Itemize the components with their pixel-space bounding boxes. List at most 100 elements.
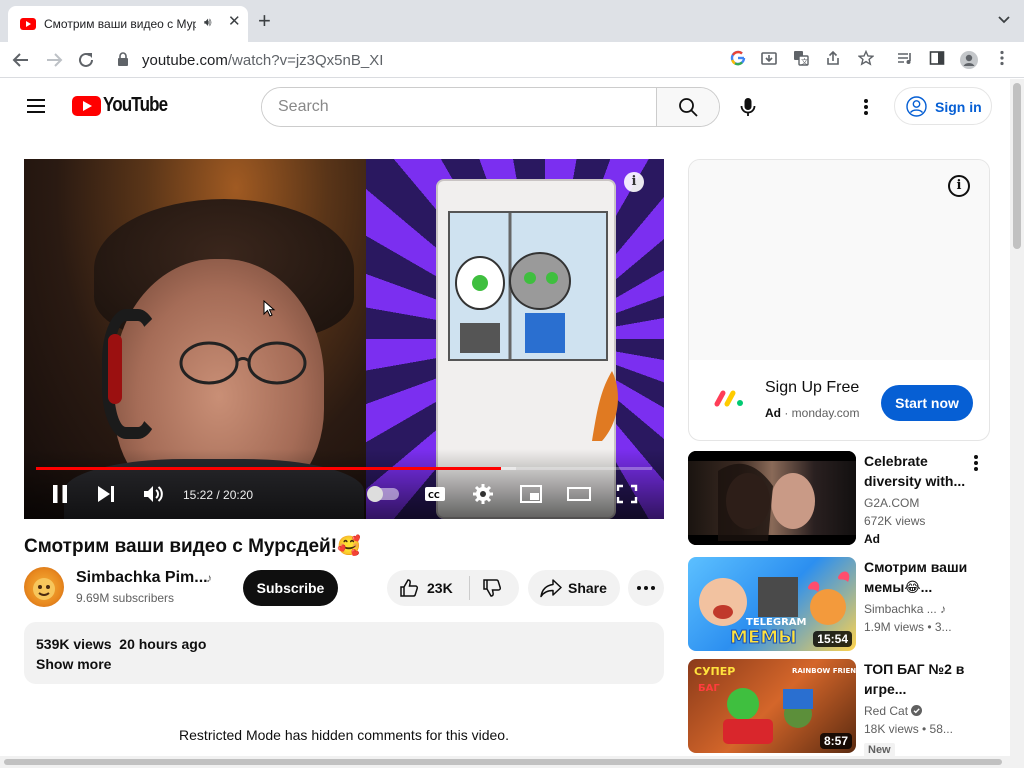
recommendation-meta: 672K views	[864, 514, 926, 528]
volume-icon[interactable]	[141, 483, 165, 505]
microphone-icon	[740, 98, 756, 116]
tab-search-chevron-icon[interactable]	[998, 13, 1010, 27]
media-queue-icon[interactable]	[895, 50, 915, 70]
more-actions-button[interactable]	[628, 570, 664, 606]
thumbnail-caption: БАГ	[698, 683, 720, 694]
subtitles-icon[interactable]: CC	[423, 483, 447, 505]
info-icon[interactable]: i	[624, 172, 644, 192]
recommendation-title[interactable]: Смотрим ваши мемы😂...	[864, 557, 974, 597]
google-icon[interactable]	[728, 50, 748, 70]
recommendation-thumbnail[interactable]	[688, 451, 856, 545]
recommendation-channel[interactable]: Simbachka ... ♪	[864, 602, 946, 616]
ad-info-icon[interactable]: i	[948, 175, 970, 197]
forward-arrow-icon[interactable]	[43, 49, 65, 71]
profile-icon[interactable]	[959, 50, 979, 70]
vertical-scroll-thumb[interactable]	[1013, 83, 1021, 249]
speaker-icon[interactable]: 🔊︎	[204, 15, 212, 30]
search-icon	[679, 98, 698, 117]
duration-badge: 8:57	[819, 733, 852, 749]
thumbnail-caption: МЕМЫ	[730, 627, 797, 648]
dislike-button[interactable]	[470, 570, 519, 606]
horizontal-scrollbar[interactable]	[0, 756, 1010, 768]
horizontal-scroll-thumb[interactable]	[4, 759, 1002, 765]
browser-toolbar: youtube.com/watch?v=jz3Qx5nB_XI 文	[0, 42, 1024, 78]
next-video-icon[interactable]	[94, 483, 118, 505]
recommendation-item[interactable]: СУПЕР БАГ RAINBOW FRIENDS 2 8:57 ТОП БАГ…	[688, 659, 1010, 757]
ad-badge: Ad	[864, 532, 880, 546]
horizontal-dots-icon	[637, 586, 655, 590]
recommendation-title[interactable]: ТОП БАГ №2 в игре...	[864, 659, 974, 699]
miniplayer-icon[interactable]	[519, 483, 543, 505]
like-button[interactable]: 23K	[387, 570, 469, 606]
browser-menu-icon[interactable]	[992, 50, 1012, 70]
vertical-dots-icon	[864, 99, 868, 115]
description-box[interactable]: 539K views 20 hours ago Show more	[24, 622, 664, 684]
url-text: youtube.com/watch?v=jz3Qx5nB_XI	[142, 52, 384, 69]
address-bar[interactable]: youtube.com/watch?v=jz3Qx5nB_XI	[108, 46, 906, 74]
ad-title: Sign Up Free	[765, 379, 860, 396]
install-app-icon[interactable]	[759, 50, 779, 70]
share-arrow-icon	[540, 579, 562, 598]
progress-bar[interactable]	[36, 467, 652, 470]
music-note-icon: ♪	[206, 571, 212, 585]
view-stats: 539K views 20 hours ago	[36, 636, 207, 652]
close-tab-icon[interactable]: ✕	[228, 14, 241, 30]
subscribe-button[interactable]: Subscribe	[243, 570, 338, 606]
recommendation-meta: 18K views • 58...	[864, 722, 953, 736]
headset-accent	[108, 334, 122, 404]
search-box	[261, 87, 720, 127]
share-label: Share	[568, 580, 607, 596]
share-page-icon[interactable]	[823, 50, 843, 70]
channel-avatar[interactable]	[24, 567, 64, 607]
settings-gear-icon[interactable]	[471, 483, 495, 505]
recommendation-meta: 1.9M views • 3...	[864, 620, 952, 634]
show-more-link[interactable]: Show more	[36, 656, 111, 672]
vertical-scrollbar[interactable]	[1010, 79, 1024, 768]
settings-menu-button[interactable]	[856, 95, 876, 119]
recommendation-thumbnail[interactable]: СУПЕР БАГ RAINBOW FRIENDS 2 8:57	[688, 659, 856, 753]
recommendation-item[interactable]: Celebrate diversity with... G2A.COM 672K…	[688, 451, 1010, 546]
ad-cta-button[interactable]: Start now	[881, 385, 973, 421]
recommendation-thumbnail[interactable]: TELEGRAM МЕМЫ 15:54	[688, 557, 856, 651]
video-title: Смотрим ваши видео с Мурсдей!🥰	[24, 536, 361, 557]
theater-mode-icon[interactable]	[567, 483, 591, 505]
sidebar-ad-card[interactable]: i Sign Up Free Ad · monday.com Start now	[688, 159, 990, 441]
thumbnail-caption: СУПЕР	[694, 665, 735, 678]
sign-in-button[interactable]: Sign in	[894, 87, 992, 125]
youtube-favicon-icon	[20, 18, 36, 30]
vertical-dots-icon[interactable]	[968, 453, 984, 473]
like-count: 23K	[427, 580, 453, 596]
lock-icon	[118, 52, 128, 66]
new-tab-icon[interactable]: +	[258, 10, 271, 32]
translate-icon[interactable]: 文	[791, 50, 811, 70]
browser-tab[interactable]: Смотрим ваши видео с Мурсдей!🥰 - YouTube…	[8, 6, 248, 42]
fullscreen-icon[interactable]	[615, 483, 639, 505]
svg-text:CC: CC	[428, 491, 440, 500]
thumbnail-caption: RAINBOW FRIENDS 2	[792, 667, 856, 675]
search-input[interactable]	[262, 88, 657, 126]
search-button[interactable]	[656, 88, 719, 126]
video-player[interactable]: i 15:22 / 20:20 CC	[24, 159, 664, 519]
side-panel-icon[interactable]	[927, 50, 947, 70]
new-badge: New	[864, 743, 895, 757]
browser-tabstrip: Смотрим ваши видео с Мурсдей!🥰 - YouTube…	[0, 0, 1024, 42]
pause-icon[interactable]	[48, 483, 72, 505]
recommendation-channel[interactable]: G2A.COM	[864, 496, 919, 510]
reload-icon[interactable]	[75, 49, 97, 71]
recommendation-item[interactable]: TELEGRAM МЕМЫ 15:54 Смотрим ваши мемы😂..…	[688, 557, 1010, 651]
back-arrow-icon[interactable]	[10, 49, 32, 71]
hamburger-menu-icon[interactable]	[27, 99, 45, 113]
verified-check-icon	[911, 704, 923, 718]
share-button[interactable]: Share	[528, 570, 620, 606]
bookmark-star-icon[interactable]	[856, 49, 876, 70]
thumbs-down-icon	[483, 579, 502, 597]
mouse-cursor-icon	[263, 300, 276, 317]
music-note-icon: ♪	[940, 602, 947, 616]
channel-name[interactable]: Simbachka Pim...	[76, 569, 208, 587]
recommendation-channel[interactable]: Red Cat	[864, 704, 923, 718]
ad-media-area	[689, 160, 989, 360]
thumbs-up-icon	[400, 579, 419, 597]
recommendation-title[interactable]: Celebrate diversity with...	[864, 451, 974, 491]
autoplay-toggle[interactable]	[367, 486, 399, 502]
voice-search-button[interactable]	[736, 95, 760, 119]
